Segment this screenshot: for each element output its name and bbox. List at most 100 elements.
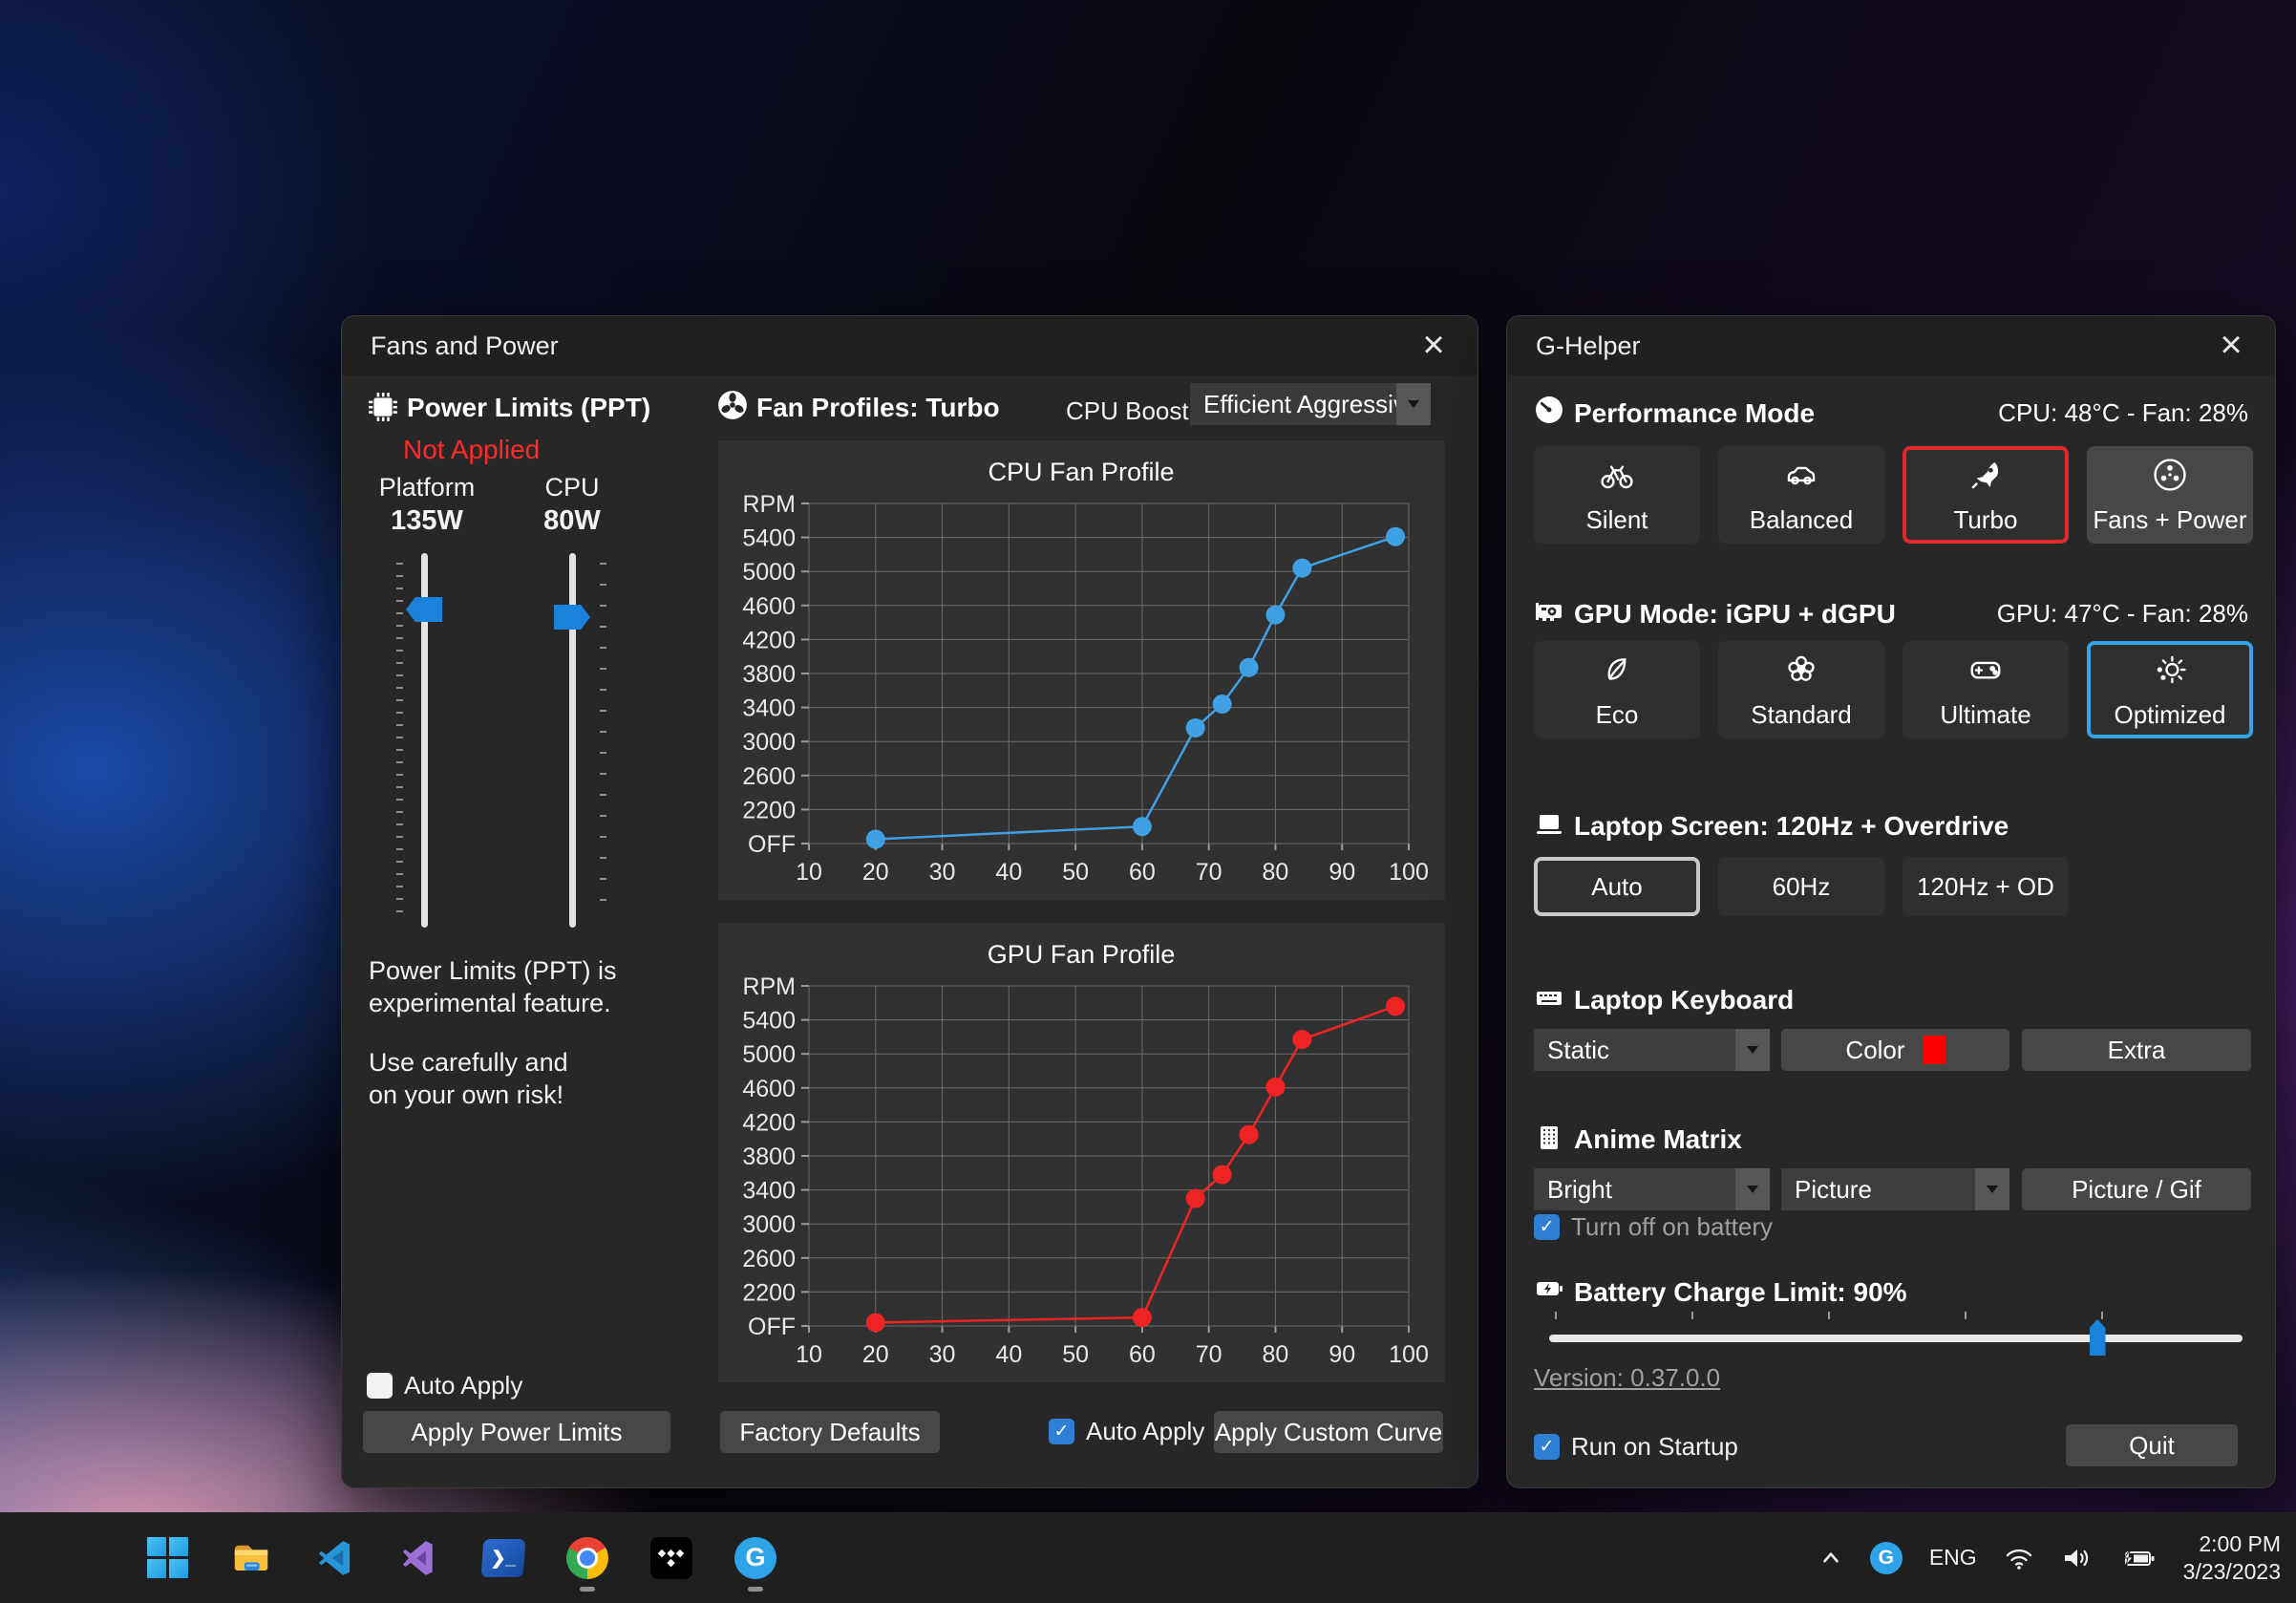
vscode-button[interactable] <box>313 1536 357 1580</box>
svg-text:4600: 4600 <box>742 1076 796 1102</box>
anime-matrix-icon <box>1534 1122 1564 1153</box>
clock[interactable]: 2:00 PM 3/23/2023 <box>2183 1530 2281 1586</box>
ghelper-titlebar[interactable]: G-Helper × <box>1507 316 2275 375</box>
chevron-down-icon[interactable] <box>1975 1168 2009 1210</box>
svg-text:70: 70 <box>1196 1341 1222 1368</box>
screen-mode-auto[interactable]: Auto <box>1534 857 1700 916</box>
chevron-down-icon[interactable] <box>1396 383 1431 425</box>
chevron-up-icon[interactable] <box>1818 1546 1843 1571</box>
checkbox-checked-icon[interactable] <box>1534 1434 1560 1460</box>
chevron-down-icon[interactable] <box>1735 1029 1770 1071</box>
fan-circle-icon <box>2151 456 2189 494</box>
chrome-button[interactable] <box>565 1536 609 1580</box>
cpu-power-slider[interactable] <box>541 553 617 935</box>
run-on-startup-checkbox[interactable]: Run on Startup <box>1534 1432 1738 1462</box>
perf-mode-silent[interactable]: Silent <box>1534 446 1700 544</box>
quit-button[interactable]: Quit <box>2066 1424 2238 1466</box>
checkbox-unchecked-icon[interactable] <box>367 1373 393 1399</box>
taskbar: ❯_ ◆◆◆◆ G G ENG <box>0 1512 2296 1603</box>
volume-icon[interactable] <box>2061 1544 2094 1572</box>
auto-apply-curve-checkbox[interactable]: Auto Apply <box>1049 1417 1204 1446</box>
red-color-swatch <box>1923 1036 1945 1064</box>
time-label: 2:00 PM <box>2183 1530 2281 1558</box>
visual-studio-button[interactable] <box>397 1536 441 1580</box>
factory-defaults-button[interactable]: Factory Defaults <box>720 1411 940 1453</box>
auto-apply-power-label: Auto Apply <box>404 1371 522 1400</box>
version-link[interactable]: Version: 0.37.0.0 <box>1534 1363 1720 1393</box>
keyboard-extra-button[interactable]: Extra <box>2022 1029 2251 1071</box>
keyboard-color-button[interactable]: Color <box>1781 1029 2009 1071</box>
cpu-slider-thumb[interactable] <box>554 605 590 630</box>
matrix-brightness-dropdown[interactable]: Bright <box>1534 1168 1770 1210</box>
powershell-button[interactable]: ❯_ <box>481 1536 525 1580</box>
battery-slider-thumb[interactable] <box>2090 1319 2106 1356</box>
cpu-boost-dropdown[interactable]: Efficient Aggressive <box>1190 383 1431 425</box>
matrix-content-dropdown[interactable]: Picture <box>1781 1168 2009 1210</box>
date-label: 3/23/2023 <box>2183 1558 2281 1586</box>
svg-text:RPM: RPM <box>742 973 796 1000</box>
note-line-3: Use carefully and <box>369 1046 617 1079</box>
svg-text:30: 30 <box>929 859 956 886</box>
checkbox-checked-icon[interactable] <box>1534 1214 1560 1240</box>
bicycle-icon <box>1598 456 1636 494</box>
power-limits-status: Not Applied <box>403 435 540 465</box>
chevron-down-icon[interactable] <box>1735 1168 1770 1210</box>
tidal-button[interactable]: ◆◆◆◆ <box>649 1536 693 1580</box>
gpu-mode-optimized[interactable]: Optimized <box>2087 641 2253 738</box>
screen-mode-120hz-od[interactable]: 120Hz + OD <box>1903 857 2069 916</box>
language-indicator[interactable]: ENG <box>1929 1545 1977 1571</box>
perf-mode-balanced[interactable]: Balanced <box>1718 446 1884 544</box>
svg-text:2600: 2600 <box>742 763 796 790</box>
gpu-mode-standard[interactable]: Standard <box>1718 641 1884 738</box>
battery-charge-slider[interactable] <box>1549 1312 2243 1357</box>
gpu-mode-eco[interactable]: Eco <box>1534 641 1700 738</box>
battery-slider-track[interactable] <box>1549 1335 2243 1342</box>
laptop-screen-header: Laptop Screen: 120Hz + Overdrive <box>1574 811 2009 842</box>
gpu-card-icon <box>1534 597 1564 628</box>
apply-power-limits-label: Apply Power Limits <box>411 1418 622 1447</box>
ghelper-window-title: G-Helper <box>1536 316 1641 375</box>
battery-charging-icon[interactable] <box>2120 1544 2157 1572</box>
rocket-icon <box>1966 456 2005 494</box>
ghelper-tray-icon[interactable]: G <box>1870 1542 1903 1574</box>
gpu-mode-ultimate-label: Ultimate <box>1940 700 2030 730</box>
matrix-picture-gif-button[interactable]: Picture / Gif <box>2022 1168 2251 1210</box>
fans-titlebar[interactable]: Fans and Power × <box>342 316 1478 375</box>
platform-slider-thumb[interactable] <box>406 597 442 622</box>
svg-text:3800: 3800 <box>742 1143 796 1170</box>
start-button[interactable] <box>145 1536 189 1580</box>
gpu-mode-ultimate[interactable]: Ultimate <box>1903 641 2069 738</box>
perf-mode-turbo-label: Turbo <box>1954 505 2018 535</box>
gpu-mode-standard-label: Standard <box>1751 700 1852 730</box>
quit-button-label: Quit <box>2129 1431 2175 1461</box>
svg-text:100: 100 <box>1389 859 1429 886</box>
matrix-brightness-value: Bright <box>1534 1175 1735 1205</box>
screen-mode-60hz-label: 60Hz <box>1773 872 1831 902</box>
fan-icon <box>716 389 749 421</box>
svg-text:40: 40 <box>995 1341 1022 1368</box>
perf-mode-fans-power[interactable]: Fans + Power <box>2087 446 2253 544</box>
apply-power-limits-button[interactable]: Apply Power Limits <box>363 1411 670 1453</box>
auto-apply-power-checkbox[interactable]: Auto Apply <box>367 1371 522 1400</box>
ghelper-taskbar-button[interactable]: G <box>733 1536 777 1580</box>
svg-text:10: 10 <box>796 859 822 886</box>
screen-mode-60hz[interactable]: 60Hz <box>1718 857 1884 916</box>
wifi-icon[interactable] <box>2004 1544 2034 1572</box>
apply-custom-curve-button[interactable]: Apply Custom Curve <box>1214 1411 1443 1453</box>
svg-text:3000: 3000 <box>742 1211 796 1238</box>
file-explorer-button[interactable] <box>229 1536 273 1580</box>
keyboard-icon <box>1534 983 1564 1014</box>
keyboard-mode-dropdown[interactable]: Static <box>1534 1029 1770 1071</box>
perf-mode-turbo[interactable]: Turbo <box>1903 446 2069 544</box>
platform-power-slider[interactable] <box>396 553 473 935</box>
close-icon[interactable]: × <box>1411 322 1456 368</box>
turn-off-on-battery-checkbox[interactable]: Turn off on battery <box>1534 1212 1773 1242</box>
close-icon[interactable]: × <box>2208 322 2254 368</box>
vscode-icon <box>314 1537 356 1579</box>
gpu-mode-eco-label: Eco <box>1596 700 1639 730</box>
note-spacer <box>369 1019 617 1046</box>
gpu-fan-chart[interactable]: 102030405060708090100OFF2200260030003400… <box>718 923 1445 1382</box>
checkbox-checked-icon[interactable] <box>1049 1419 1074 1444</box>
cpu-fan-chart[interactable]: 102030405060708090100OFF2200260030003400… <box>718 440 1445 900</box>
cpu-temp-status: CPU: 48°C - Fan: 28% <box>1998 398 2248 428</box>
